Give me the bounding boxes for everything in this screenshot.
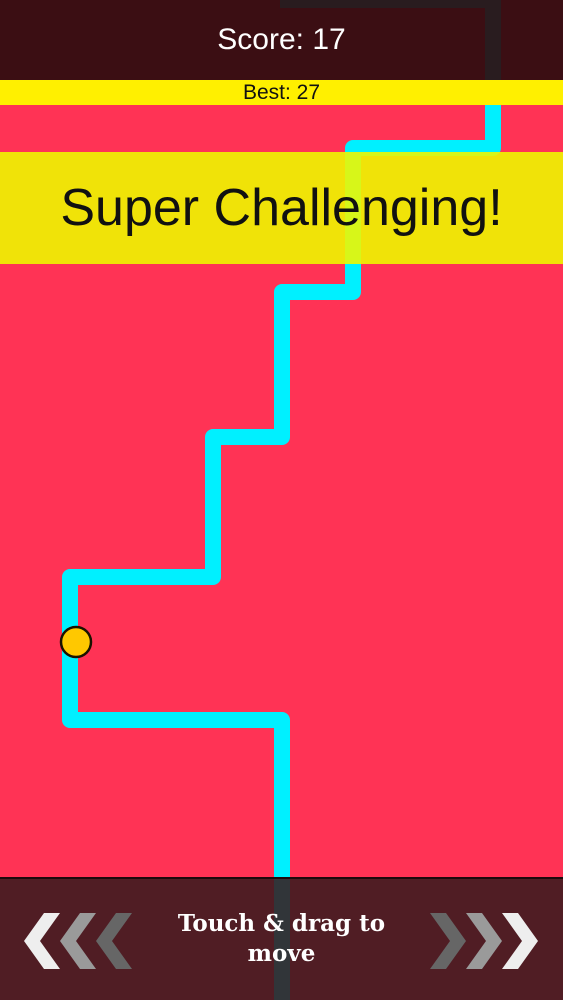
hint-line-2: move	[247, 940, 316, 967]
best-bar: Best: 27	[0, 80, 563, 105]
game-stage[interactable]: Score: 17 Best: 27 Super Challenging! To…	[0, 0, 563, 1000]
hint-line-1: Touch & drag to	[177, 910, 386, 937]
drag-hint: Touch & drag to move	[140, 909, 423, 969]
player-ball[interactable]	[59, 625, 93, 659]
challenge-banner: Super Challenging!	[0, 152, 563, 264]
chevrons-right-icon[interactable]	[430, 913, 540, 969]
chevrons-left-icon[interactable]	[22, 913, 132, 969]
game-field	[59, 0, 501, 1000]
score-text: Score: 17	[217, 23, 346, 56]
control-bar[interactable]: Touch & drag to move	[0, 877, 563, 1000]
track-path	[62, 0, 501, 1000]
score-bar: Score: 17	[0, 0, 563, 80]
best-text: Best: 27	[242, 80, 321, 104]
banner-text: Super Challenging!	[60, 179, 503, 237]
